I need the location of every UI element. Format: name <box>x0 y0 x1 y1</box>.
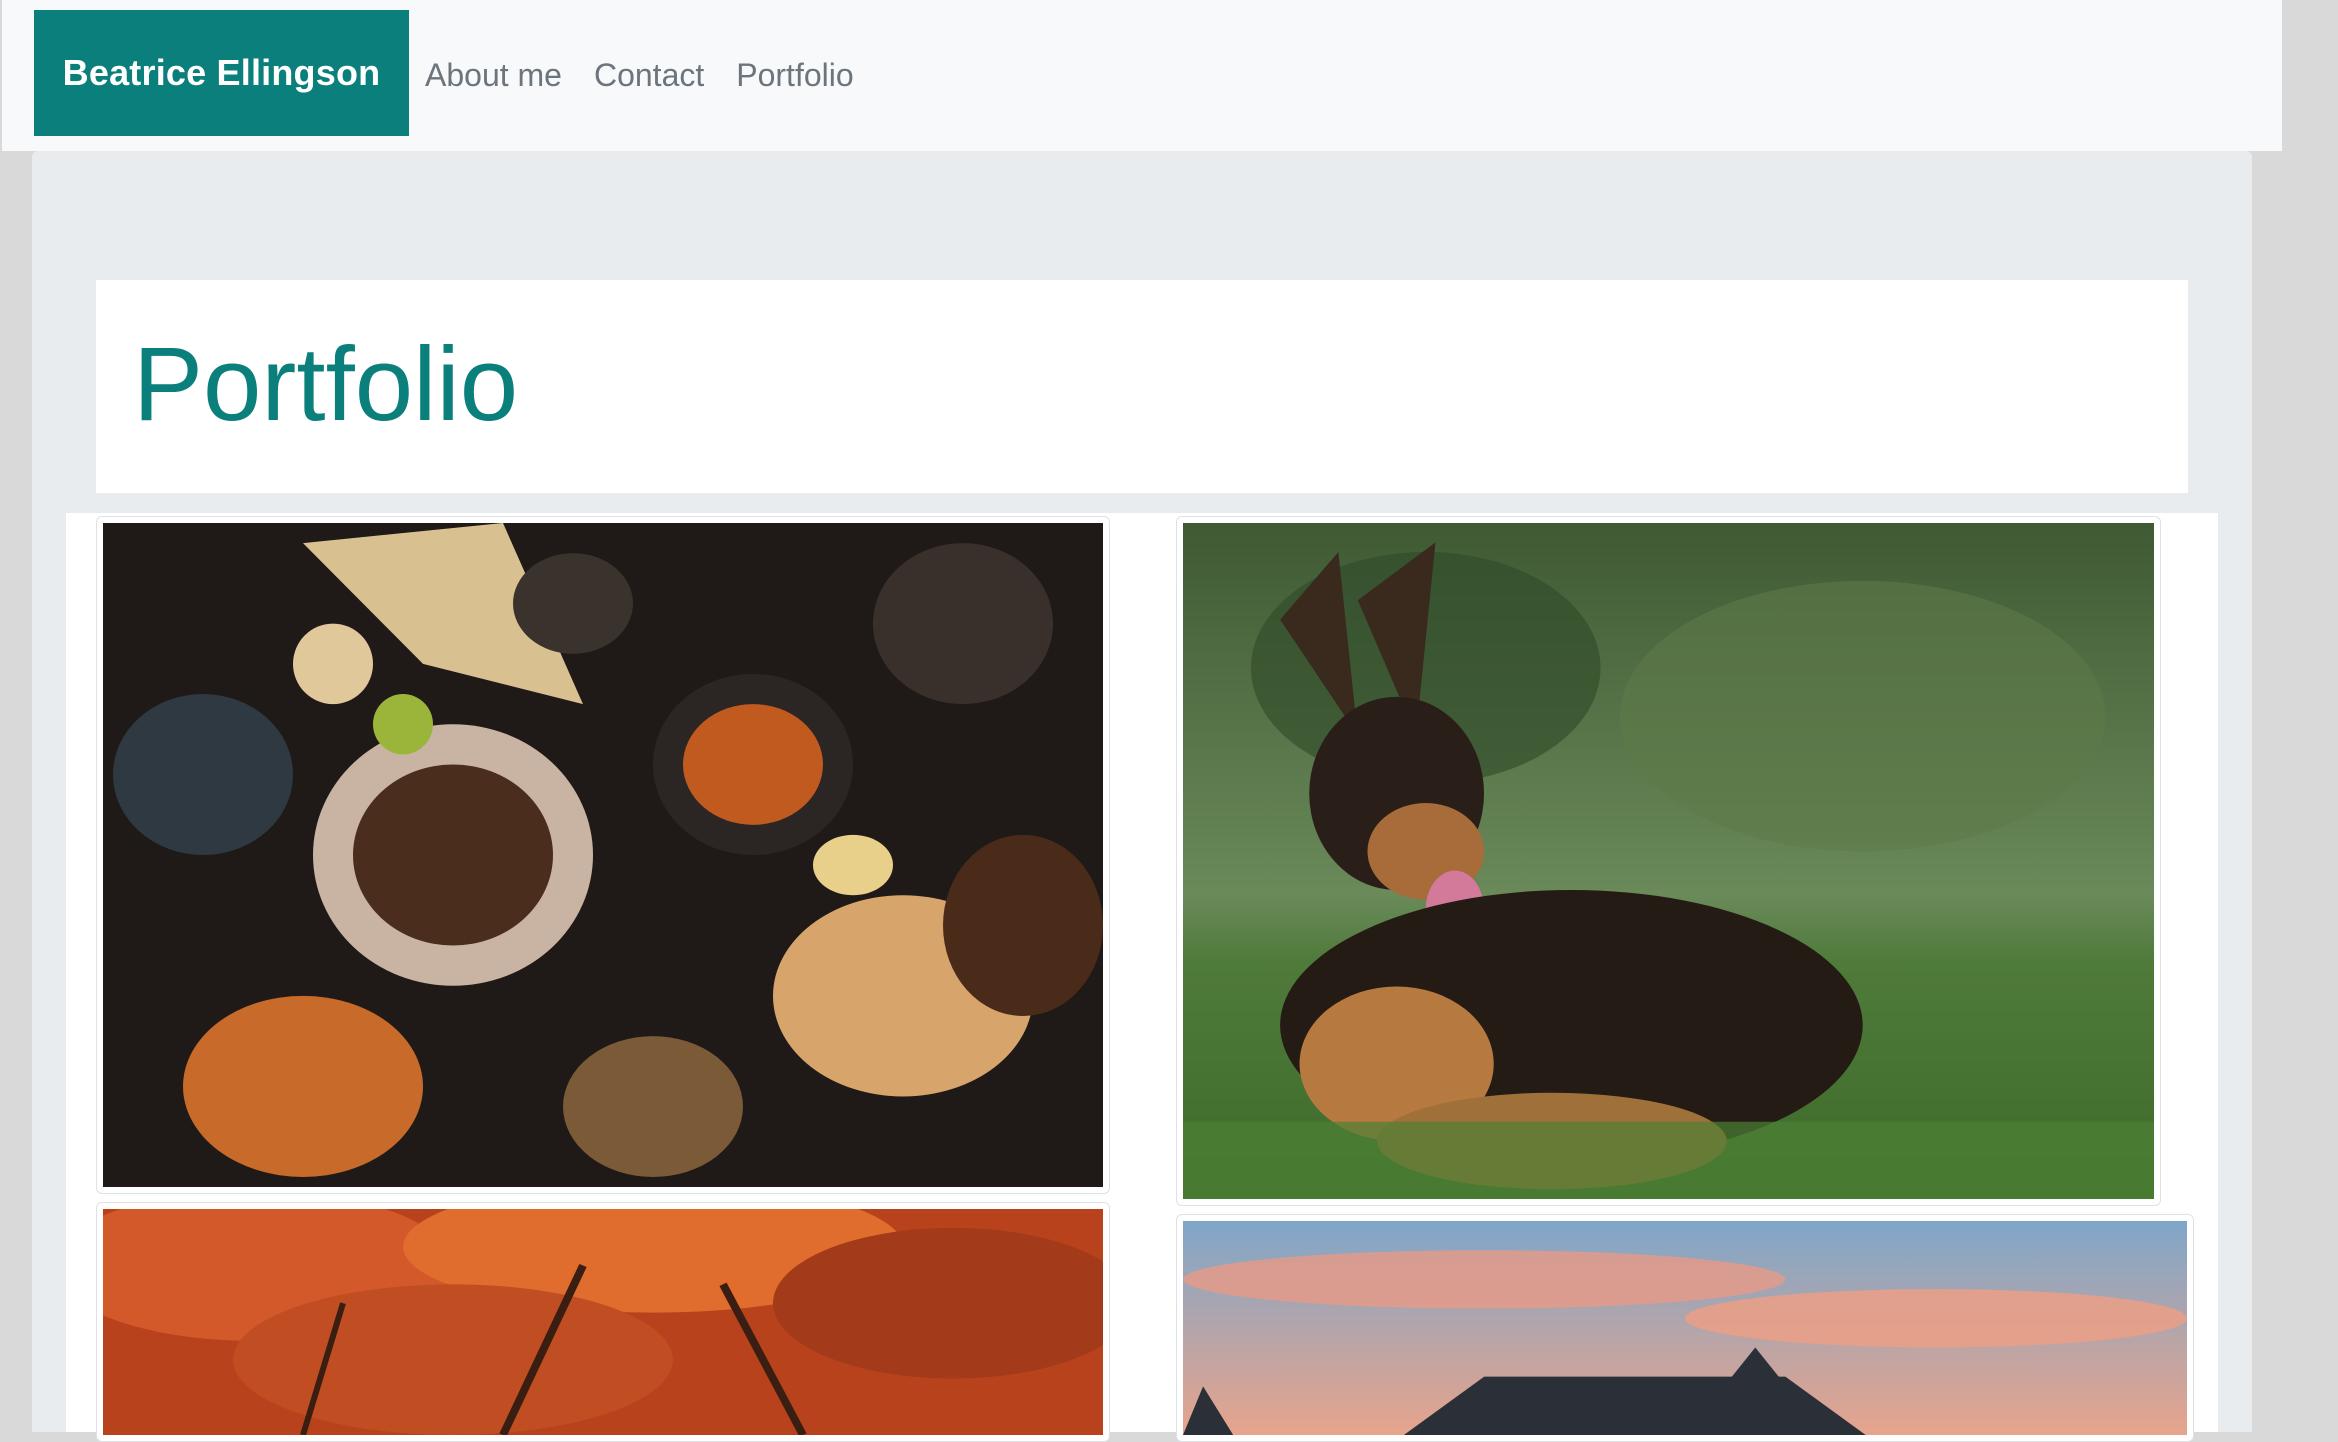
nav-link-about[interactable]: About me <box>425 57 562 94</box>
navbar: Beatrice Ellingson About me Contact Port… <box>2 0 2282 151</box>
nav-link-portfolio[interactable]: Portfolio <box>736 57 853 94</box>
house-photo <box>1183 1221 2187 1435</box>
gallery-item-puppy[interactable] <box>1176 516 2161 1206</box>
portfolio-gallery <box>66 513 2218 1442</box>
nav-link-contact[interactable]: Contact <box>594 57 704 94</box>
gallery-item-house[interactable] <box>1176 1214 2194 1442</box>
page-header: Portfolio <box>96 280 2188 493</box>
brand-link[interactable]: Beatrice Ellingson <box>34 10 409 136</box>
autumn-photo <box>103 1209 1103 1435</box>
puppy-photo <box>1183 523 2154 1199</box>
nav-links: About me Contact Portfolio <box>425 0 854 151</box>
food-photo <box>103 523 1103 1187</box>
page-title: Portfolio <box>133 326 519 443</box>
gallery-item-autumn[interactable] <box>96 1202 1110 1442</box>
gallery-item-food[interactable] <box>96 516 1110 1194</box>
